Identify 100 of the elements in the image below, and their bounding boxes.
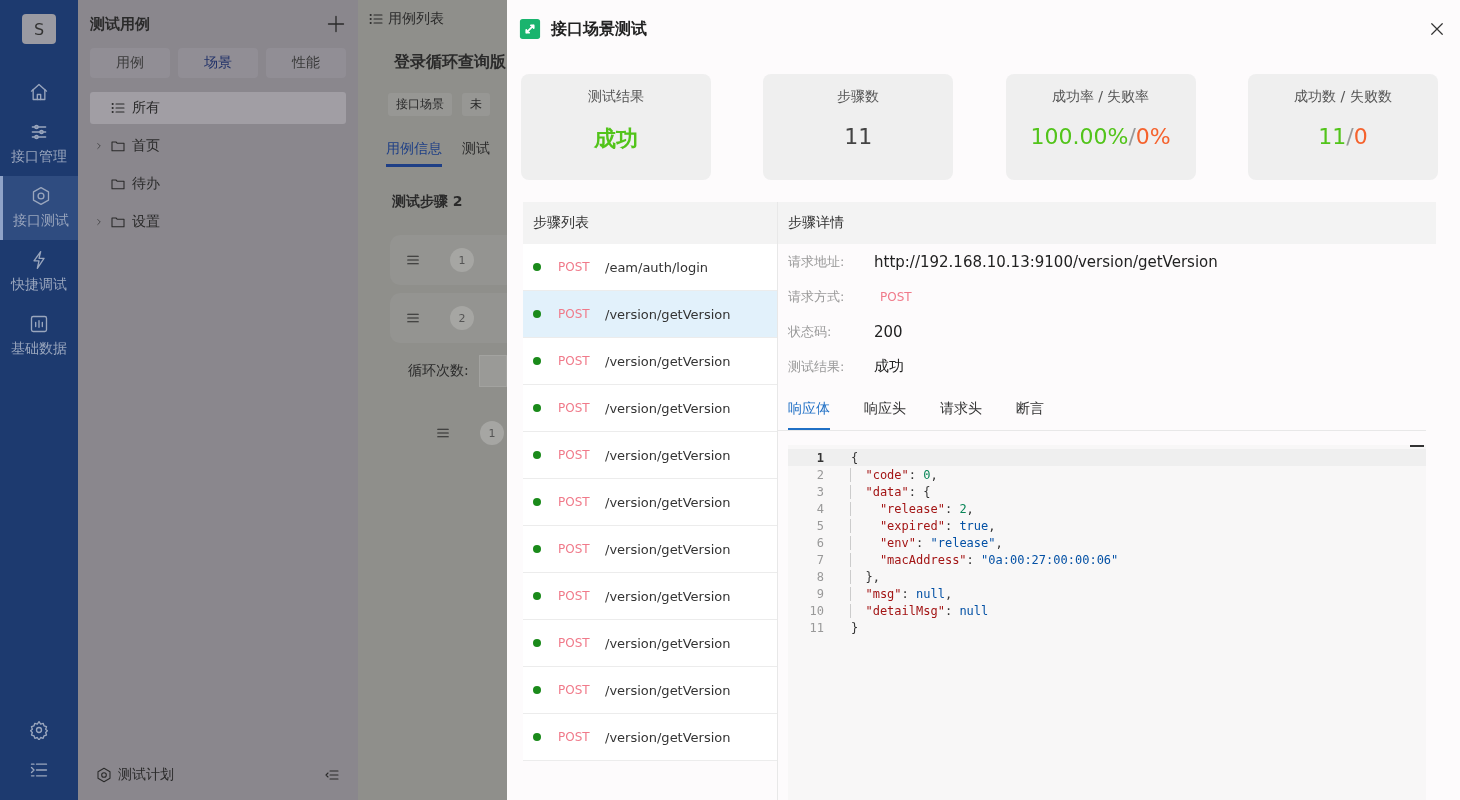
field-label: 请求方式: [788, 287, 846, 306]
step-number: 2 [450, 306, 474, 330]
sliders-icon [29, 122, 49, 142]
line-number: 3 [815, 484, 824, 499]
stat-title: 成功数 / 失败数 [1294, 88, 1392, 106]
section-header: 步骤列表 [523, 202, 777, 244]
line-number: 4 [815, 501, 824, 516]
home-icon [29, 82, 49, 102]
step-item[interactable]: POST /version/getVersion [523, 714, 777, 761]
step-number: 1 [450, 248, 474, 272]
line-number: 7 [815, 552, 824, 567]
loop-count-field[interactable] [478, 355, 507, 387]
stat-title: 成功率 / 失败率 [1051, 88, 1150, 106]
folder-icon [110, 176, 126, 192]
case-title: 登录循环查询版 [394, 52, 507, 73]
section-header: 步骤详情 [778, 202, 1436, 244]
step-item[interactable]: POST /version/getVersion [523, 291, 777, 338]
add-icon [326, 14, 346, 34]
field-value: POST [879, 289, 913, 304]
panel-title: 测试用例 [90, 14, 150, 34]
tab[interactable]: 请求头 [940, 396, 982, 430]
nav-item[interactable]: 接口管理 [0, 112, 78, 176]
line-number: 11 [808, 620, 824, 635]
field-label: 循环次数: [408, 362, 469, 380]
step-item[interactable]: POST /version/getVersion [523, 573, 777, 620]
code-line: "msg": null, [850, 586, 953, 601]
separator: / [1128, 124, 1136, 149]
close-icon[interactable] [1428, 20, 1446, 38]
tree-item[interactable]: 首页 [90, 130, 346, 162]
code-line: "expired": true, [850, 518, 996, 533]
panel-header: 用例列表 [388, 10, 444, 28]
tree-item[interactable]: 所有 [90, 92, 346, 124]
stat-value: 成功 [594, 125, 638, 153]
step-item[interactable]: POST /version/getVersion [523, 620, 777, 667]
step-item[interactable]: POST /version/getVersion [523, 432, 777, 479]
list-icon [110, 100, 126, 116]
chevron-icon [94, 141, 104, 151]
field-label: 请求地址: [788, 252, 846, 271]
code-line: "macAddress": "0a:00:27:00:00:06" [850, 552, 1119, 567]
drawer-title: 接口场景测试 [551, 18, 648, 40]
nav-item[interactable]: 接口测试 [0, 176, 78, 240]
settings-icon [29, 720, 49, 740]
failure-value: 0% [1135, 124, 1171, 149]
success-value: 11 [1318, 124, 1347, 149]
field-label: 测试结果: [788, 357, 846, 376]
field-value: 200 [874, 322, 903, 341]
line-number: 6 [815, 535, 824, 550]
line-number: 8 [815, 569, 824, 584]
folder-icon [110, 138, 126, 154]
tag: 接口场景 [388, 93, 452, 116]
tree-item[interactable]: 设置 [90, 206, 346, 238]
code-line: "code": 0, [850, 467, 938, 482]
field-value: 成功 [874, 357, 904, 376]
segment-tab[interactable]: 性能 [266, 48, 346, 78]
line-number: 2 [815, 467, 824, 482]
step-item[interactable]: POST /version/getVersion [523, 667, 777, 714]
step-item[interactable]: POST /eam/auth/login [523, 244, 777, 291]
chart-icon [29, 314, 49, 334]
stat-title: 步骤数 [837, 88, 880, 106]
stat-value: 11 [844, 124, 873, 149]
stat-title: 测试结果 [588, 88, 644, 106]
test-plan-link[interactable]: 测试计划 [96, 766, 174, 784]
code-line: "env": "release", [850, 535, 1003, 550]
code-line: "detailMsg": null [850, 603, 989, 618]
tab[interactable]: 用例信息 [386, 140, 442, 167]
code-line: } [850, 620, 859, 635]
section-title: 测试步骤 2 [392, 193, 464, 211]
line-number: 1 [815, 450, 824, 465]
tree-item[interactable]: 待办 [90, 168, 346, 200]
failure-value: 0 [1353, 124, 1368, 149]
tag: 未 [462, 93, 490, 116]
line-number: 5 [815, 518, 824, 533]
tab[interactable]: 断言 [1016, 396, 1044, 430]
app-logo: S [22, 14, 56, 44]
line-number: 9 [815, 586, 824, 601]
chevron-icon [94, 217, 104, 227]
step-item[interactable]: POST /version/getVersion [523, 338, 777, 385]
step-number: 1 [480, 421, 504, 445]
step-item[interactable]: POST /version/getVersion [523, 479, 777, 526]
code-line: }, [850, 569, 880, 584]
tab[interactable]: 响应头 [864, 396, 906, 430]
code-line: "data": { [850, 484, 931, 499]
field-value: http://192.168.10.13:9100/version/getVersion [874, 252, 1218, 271]
tab[interactable]: 响应体 [788, 396, 830, 430]
folder-icon [110, 214, 126, 230]
code-line: "release": 2, [850, 501, 974, 516]
success-value: 100.00% [1030, 124, 1129, 149]
segment-tab[interactable]: 用例 [90, 48, 170, 78]
line-number: 10 [808, 603, 824, 618]
step-item[interactable]: POST /version/getVersion [523, 385, 777, 432]
code-line: { [850, 450, 859, 465]
step-item[interactable]: POST /version/getVersion [523, 526, 777, 573]
field-label: 状态码: [788, 322, 833, 341]
nav-item[interactable]: 基础数据 [0, 304, 78, 368]
segment-tab[interactable]: 场景 [178, 48, 258, 78]
separator: / [1346, 124, 1354, 149]
tab[interactable]: 测试 [462, 140, 490, 167]
list-icon [368, 11, 384, 27]
collapse-icon [324, 767, 340, 783]
nav-item[interactable]: 快捷调试 [0, 240, 78, 304]
